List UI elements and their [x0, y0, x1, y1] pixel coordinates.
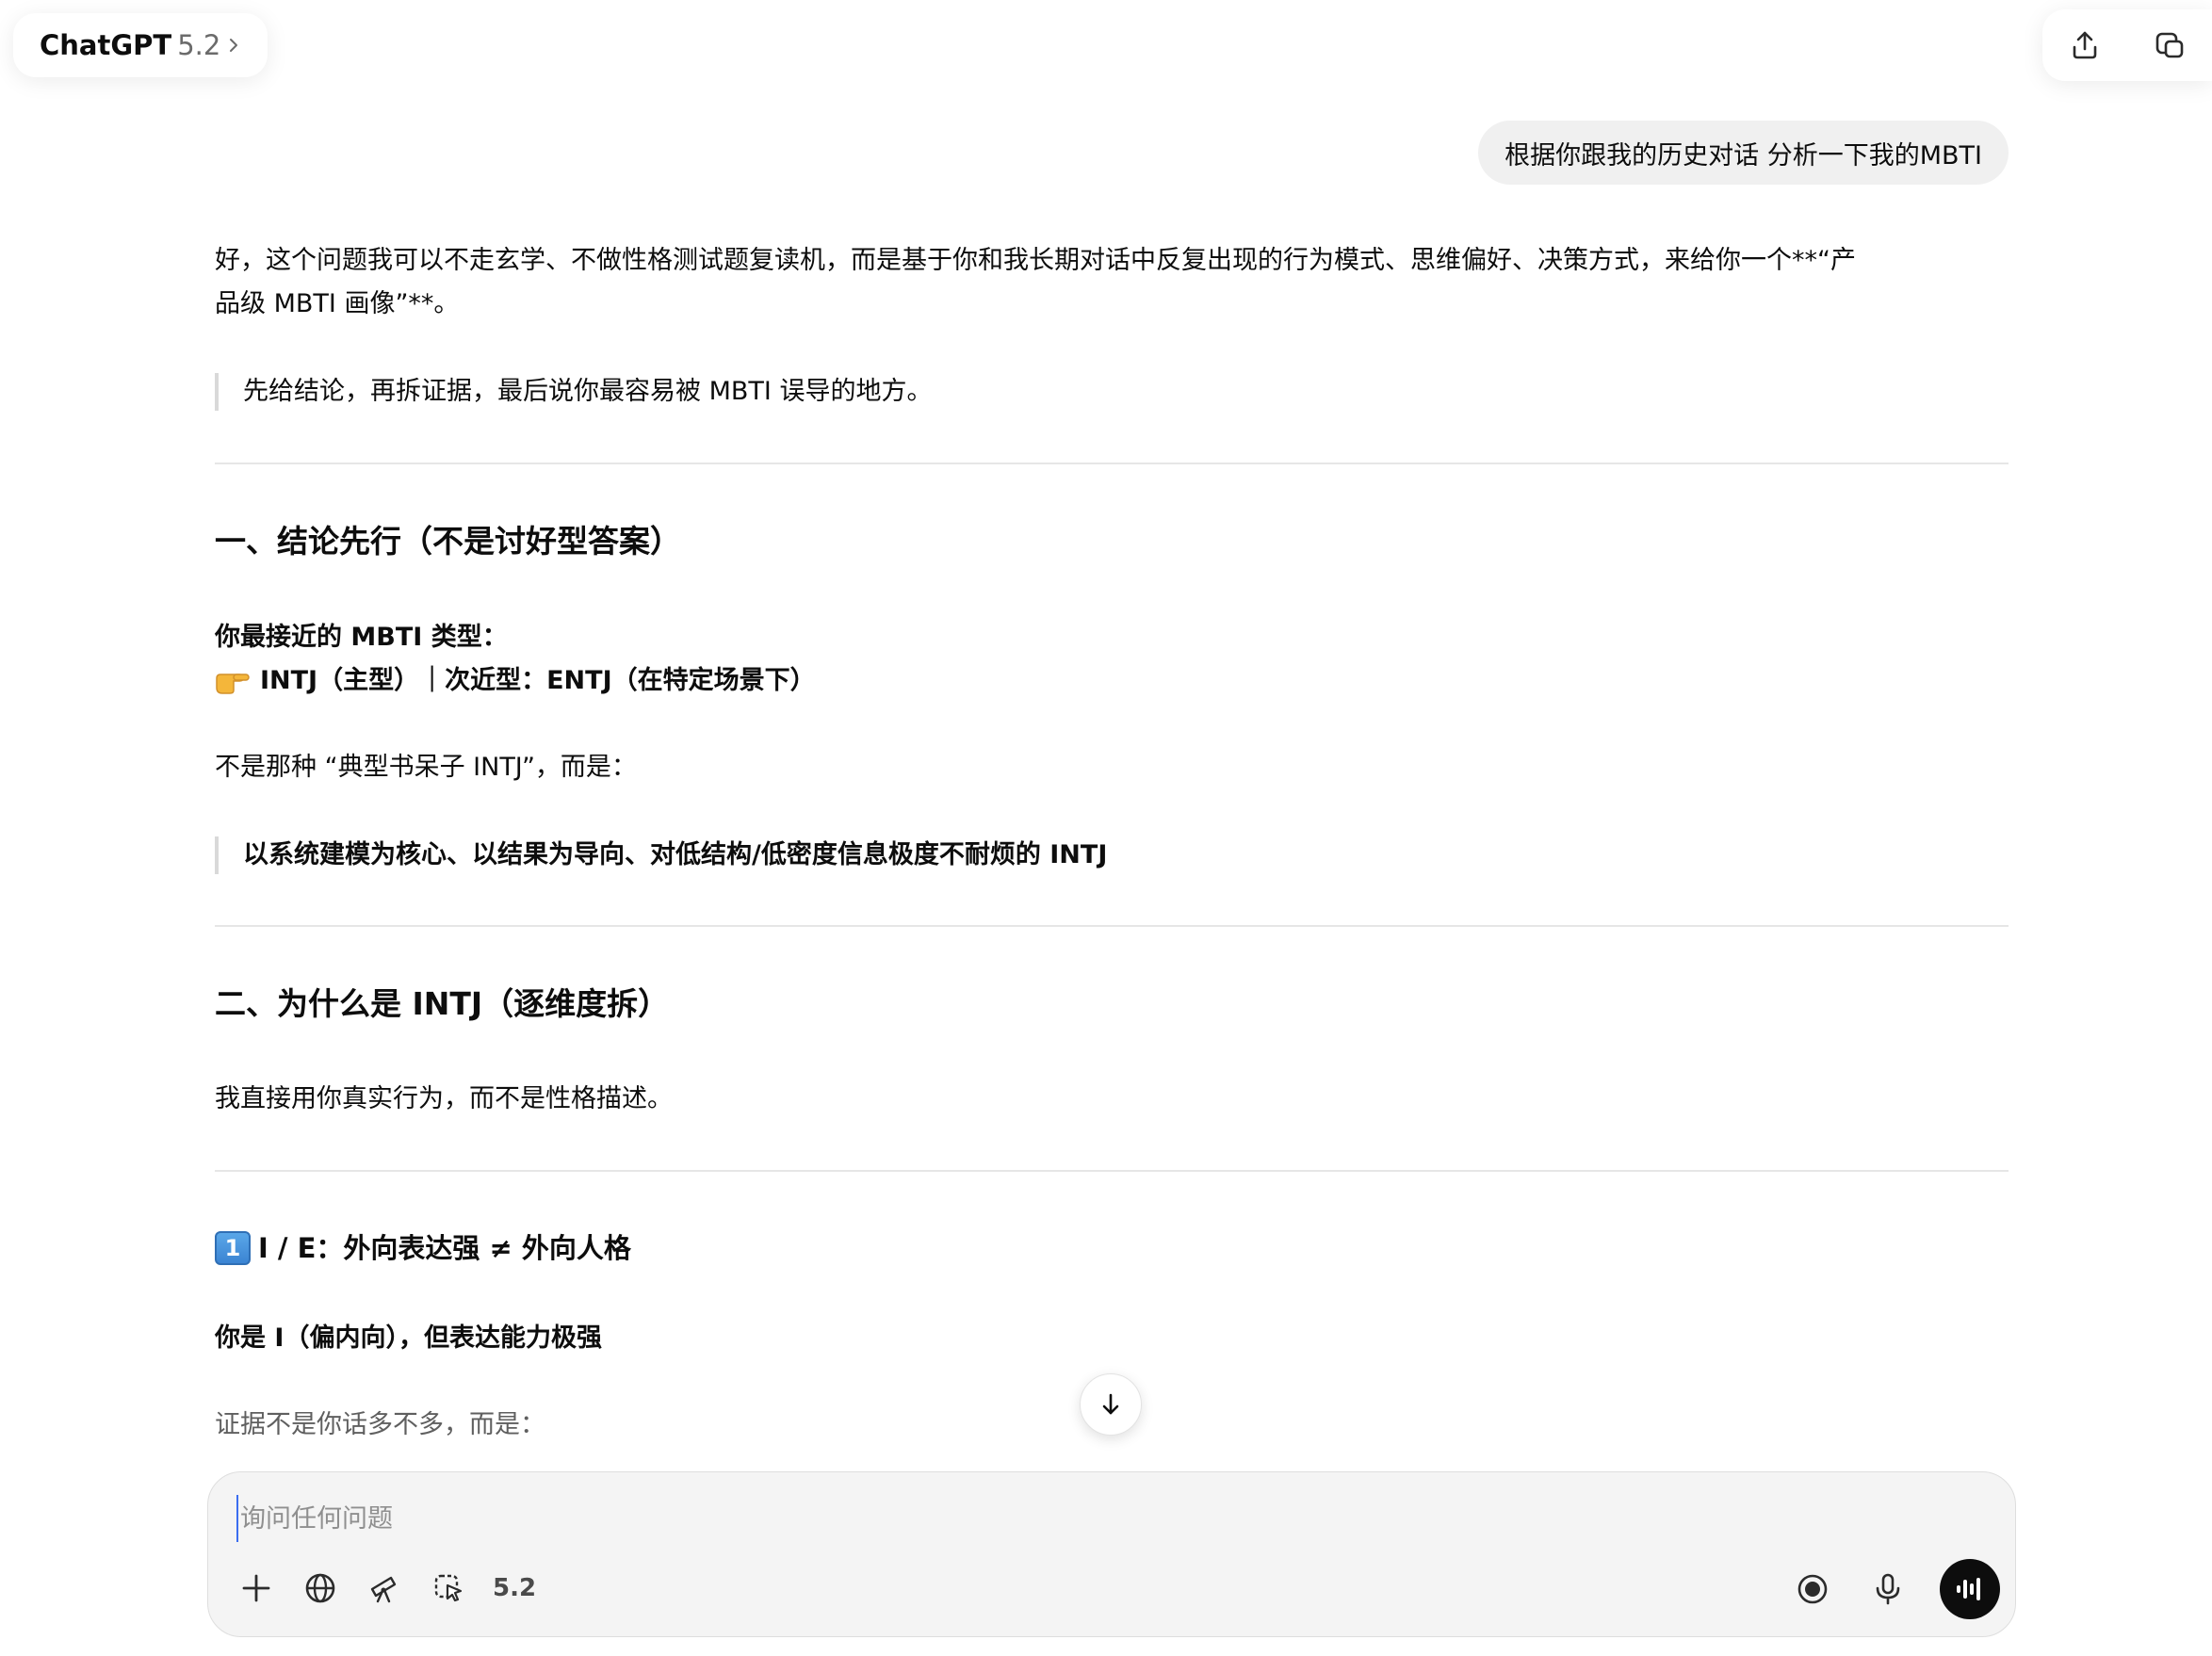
section-1-heading: 一、结论先行（不是讨好型答案）: [215, 523, 681, 560]
chevron-right-icon: [230, 39, 238, 52]
prompt-input[interactable]: [236, 1495, 1932, 1542]
model-selector-button[interactable]: ChatGPT 5.2: [13, 13, 268, 77]
globe-icon: [305, 1573, 335, 1603]
top-actions: [2042, 9, 2212, 81]
canvas-tool-button[interactable]: [425, 1565, 472, 1612]
scroll-to-bottom-button[interactable]: [1080, 1373, 1142, 1436]
share-icon: [2073, 31, 2097, 59]
ie-conclusion: 你是 I（偏内向），但表达能力极强: [215, 1323, 602, 1353]
evidence-line: 证据不是你话多不多，而是：: [215, 1410, 545, 1439]
user-message-bubble: 根据你跟我的历史对话 分析一下我的MBTI: [1478, 121, 2009, 185]
section-2-intro: 我直接用你真实行为，而不是性格描述。: [215, 1084, 673, 1113]
app-name: ChatGPT: [40, 29, 172, 61]
composer-tools-right: [1789, 1559, 2000, 1619]
pointer-select-icon: [434, 1574, 463, 1602]
intro-line-1: 好，这个问题我可以不走玄学、不做性格测试题复读机，而是基于你和我长期对话中反复出…: [215, 246, 1856, 275]
intro-line-2: 品级 MBTI 画像”**。: [215, 289, 460, 318]
ie-heading: 1 I / E：外向表达强 ≠ 外向人格: [215, 1226, 631, 1270]
arrow-down-icon: [1102, 1393, 1119, 1415]
type-line-text: INTJ（主型）｜次近型：ENTJ（在特定场景下）: [260, 666, 816, 695]
composer-tools-left: 5.2: [233, 1562, 536, 1615]
model-version: 5.2: [177, 29, 221, 61]
not-typical-line: 不是那种 “典型书呆子 INTJ”，而是：: [215, 753, 637, 782]
ie-heading-text: I / E：外向表达强 ≠ 外向人格: [258, 1232, 631, 1264]
composer: 5.2: [207, 1471, 2016, 1637]
share-button[interactable]: [2064, 24, 2106, 66]
dictation-button[interactable]: [1864, 1566, 1911, 1613]
record-icon: [1797, 1574, 1828, 1604]
plus-icon: [242, 1574, 270, 1602]
telescope-icon: [370, 1576, 397, 1603]
type-line: INTJ（主型）｜次近型：ENTJ（在特定场景下）: [215, 659, 816, 703]
new-window-button[interactable]: [2149, 24, 2190, 66]
microphone-icon: [1876, 1573, 1900, 1605]
keycap-one-icon: 1: [215, 1231, 251, 1265]
record-button[interactable]: [1789, 1566, 1836, 1613]
chat-app: ChatGPT 5.2 根据你跟我的历史对话 分析一下我的MBTI 好，这个问题…: [0, 0, 2212, 1656]
web-search-button[interactable]: [297, 1565, 344, 1612]
quote-intj-description: 以系统建模为核心、以结果为导向、对低结构/低密度信息极度不耐烦的 INTJ: [215, 836, 1107, 874]
quote-summary: 先给结论，再拆证据，最后说你最容易被 MBTI 误导的地方。: [215, 373, 932, 411]
closest-type-label: 你最接近的 MBTI 类型：: [215, 623, 508, 652]
divider: [215, 1170, 2009, 1172]
new-chat-window-icon: [2155, 32, 2184, 58]
divider: [215, 925, 2009, 927]
voice-waveform-icon: [1957, 1578, 1980, 1600]
divider: [215, 463, 2009, 464]
model-chip[interactable]: 5.2: [489, 1574, 536, 1602]
add-attachment-button[interactable]: [233, 1565, 280, 1612]
voice-mode-button[interactable]: [1940, 1559, 2000, 1619]
deep-research-button[interactable]: [361, 1565, 408, 1612]
pointing-hand-icon: [216, 674, 250, 694]
section-2-heading: 二、为什么是 INTJ（逐维度拆）: [215, 985, 670, 1022]
